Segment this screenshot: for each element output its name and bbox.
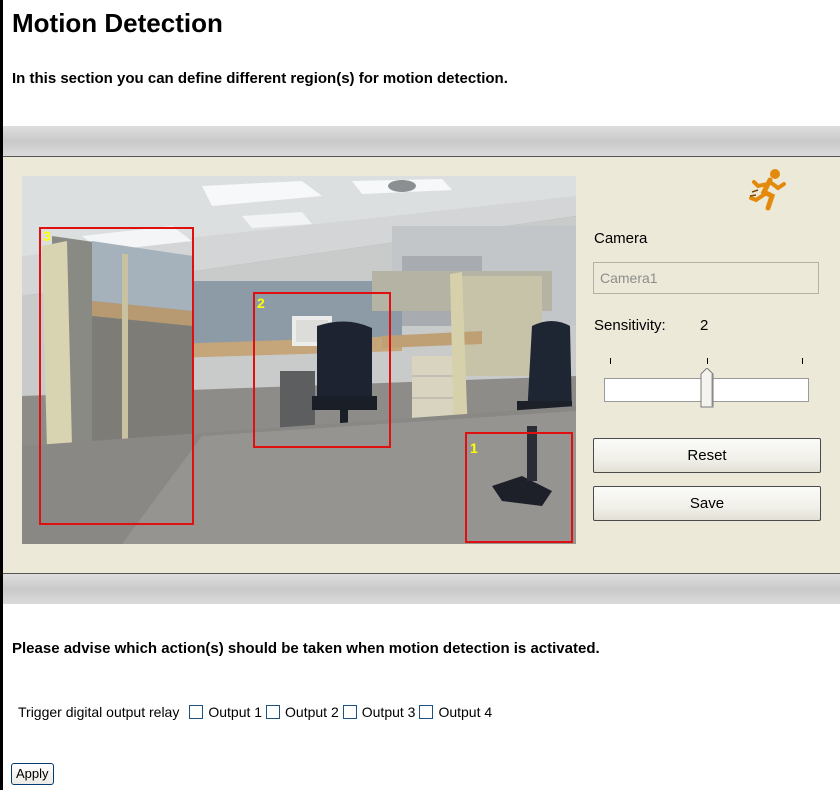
motion-region-2[interactable] [253, 292, 391, 448]
motion-region-1[interactable] [465, 432, 573, 543]
motion-region-3[interactable] [39, 227, 194, 525]
slider-tick-1 [610, 358, 611, 364]
sensitivity-value: 2 [700, 317, 709, 334]
reset-button[interactable]: Reset [593, 438, 821, 473]
page-title: Motion Detection [12, 8, 223, 38]
trigger-output-row: Trigger digital output relay Output 1 Ou… [18, 704, 496, 720]
apply-button[interactable]: Apply [11, 763, 54, 785]
output-1-option[interactable]: Output 1 [189, 704, 262, 720]
intro-text: In this section you can define different… [12, 70, 508, 87]
motion-region-2-label: 2 [257, 295, 265, 311]
action-instructions: Please advise which action(s) should be … [12, 640, 600, 657]
camera-name-field[interactable] [593, 262, 819, 294]
slider-tick-2 [707, 358, 708, 364]
motion-region-3-label: 3 [43, 228, 51, 244]
motion-running-man-icon [749, 169, 786, 211]
motion-region-1-label: 1 [470, 440, 478, 456]
camera-label: Camera [594, 230, 648, 247]
output-2-option[interactable]: Output 2 [266, 704, 339, 720]
output-2-label: Output 2 [285, 704, 339, 720]
section-divider-bottom [3, 574, 840, 604]
save-button[interactable]: Save [593, 486, 821, 521]
output-2-checkbox[interactable] [266, 705, 281, 719]
output-1-label: Output 1 [208, 704, 263, 720]
output-3-label: Output 3 [361, 704, 416, 720]
section-divider-top [3, 126, 840, 156]
trigger-relay-label: Trigger digital output relay [18, 704, 180, 720]
output-3-checkbox[interactable] [342, 705, 357, 719]
output-4-option[interactable]: Output 4 [419, 704, 492, 720]
output-4-checkbox[interactable] [419, 705, 434, 719]
slider-tick-3 [802, 358, 803, 364]
output-1-checkbox[interactable] [189, 705, 204, 719]
output-4-label: Output 4 [438, 704, 493, 720]
sensitivity-label: Sensitivity: [594, 317, 666, 334]
output-3-option[interactable]: Output 3 [342, 704, 416, 720]
sensitivity-slider-thumb[interactable] [700, 368, 714, 408]
